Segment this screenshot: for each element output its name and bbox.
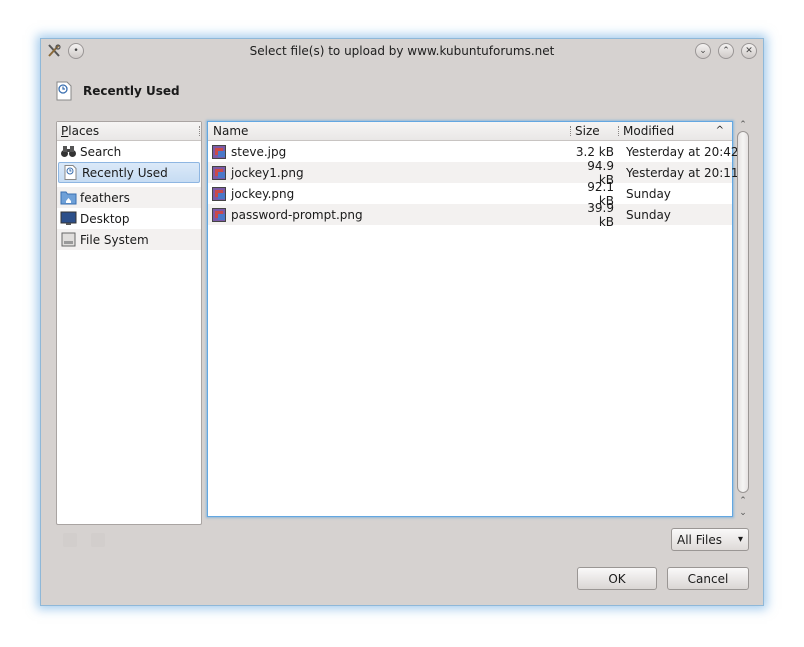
- remove-place-icon[interactable]: [91, 533, 105, 547]
- recent-document-icon: [62, 165, 79, 180]
- home-folder-icon: [60, 190, 77, 205]
- file-row[interactable]: jockey.png 92.1 kB Sunday: [208, 180, 732, 208]
- column-modified[interactable]: Modified ^: [618, 122, 732, 140]
- file-list-scrollbar[interactable]: ⌃ ⌃ ⌄: [735, 119, 751, 521]
- file-list: Name Size Modified ^ steve.jpg 3.2 kB Yes…: [207, 121, 739, 517]
- close-button[interactable]: ✕: [741, 43, 757, 59]
- cancel-button[interactable]: Cancel: [667, 567, 749, 590]
- places-panel: Places Search Recently Used feathers Des…: [56, 121, 202, 525]
- file-row[interactable]: jockey1.png 94.9 kB Yesterday at 20:11: [208, 159, 739, 187]
- file-row[interactable]: steve.jpg 3.2 kB Yesterday at 20:42: [208, 141, 739, 162]
- add-place-icon[interactable]: [63, 533, 77, 547]
- recent-document-icon: [55, 81, 73, 101]
- place-item-feathers[interactable]: feathers: [57, 187, 201, 208]
- binoculars-icon: [60, 144, 77, 159]
- file-row[interactable]: password-prompt.png 39.9 kB Sunday: [208, 201, 732, 229]
- image-file-icon: [212, 165, 227, 180]
- desktop-icon: [60, 211, 77, 226]
- image-file-icon: [212, 144, 227, 159]
- place-item-recently-used[interactable]: Recently Used: [58, 162, 200, 183]
- scrollbar-handle[interactable]: [737, 131, 749, 493]
- places-toolbar: [63, 533, 105, 547]
- place-item-search[interactable]: Search: [57, 141, 201, 162]
- window-title: Select file(s) to upload by www.kubuntuf…: [249, 44, 555, 58]
- image-file-icon: [212, 207, 227, 222]
- title-bar[interactable]: • Select file(s) to upload by www.kubunt…: [41, 39, 763, 65]
- place-item-desktop[interactable]: Desktop: [57, 208, 201, 229]
- file-list-header: Name Size Modified ^: [208, 122, 732, 141]
- scroll-up-icon[interactable]: ⌃: [735, 119, 751, 131]
- maximize-button[interactable]: ⌃: [718, 43, 734, 59]
- places-header[interactable]: Places: [57, 122, 201, 141]
- place-item-file-system[interactable]: File System: [57, 229, 201, 250]
- file-type-filter[interactable]: All Files ▾: [671, 528, 749, 551]
- scroll-up-icon[interactable]: ⌃: [735, 495, 751, 507]
- minimize-button[interactable]: ⌄: [695, 43, 711, 59]
- header-title: Recently Used: [83, 84, 180, 98]
- ok-button[interactable]: OK: [577, 567, 657, 590]
- image-file-icon: [212, 186, 227, 201]
- chevron-down-icon: ▾: [737, 534, 743, 545]
- drive-icon: [60, 232, 77, 247]
- dialog-header: Recently Used: [55, 81, 180, 101]
- column-size[interactable]: Size: [570, 122, 618, 140]
- scroll-down-icon[interactable]: ⌄: [735, 507, 751, 519]
- sort-ascending-icon: ^: [715, 125, 724, 136]
- file-dialog-window: • Select file(s) to upload by www.kubunt…: [40, 38, 764, 606]
- column-name[interactable]: Name: [208, 122, 570, 140]
